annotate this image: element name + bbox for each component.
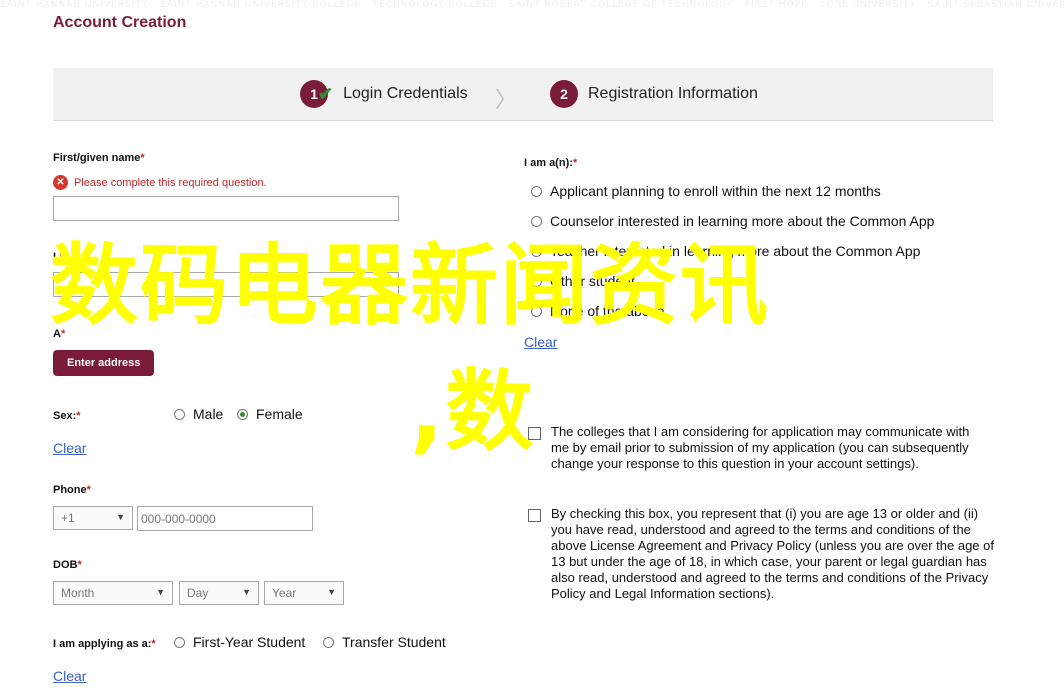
chevron-right-icon: 〉 [495, 87, 518, 112]
step-registration-information[interactable]: 2 Registration Information [550, 80, 758, 108]
sex-clear-link[interactable]: Clear [53, 440, 86, 456]
check-icon: ✔ [318, 83, 334, 104]
sex-label: Sex:* [53, 410, 81, 422]
phone-input[interactable]: 000-000-0000 [137, 506, 313, 531]
first-name-label: First/given name* [53, 152, 145, 164]
error-icon: ✕ [53, 175, 68, 190]
applying-option-first-year[interactable]: First-Year Student [174, 634, 305, 650]
radio-icon[interactable] [323, 636, 334, 648]
chevron-down-icon: ▼ [156, 587, 165, 597]
dob-label: DOB* [53, 559, 82, 571]
chevron-down-icon: ▼ [116, 512, 125, 522]
radio-icon[interactable] [531, 215, 542, 227]
radio-icon[interactable] [174, 636, 185, 648]
applying-clear-link[interactable]: Clear [53, 668, 86, 684]
page-title: Account Creation [53, 14, 187, 31]
checkbox[interactable] [528, 509, 541, 522]
overlay-subtext: ,数 [410, 360, 536, 463]
applying-as-label: I am applying as a:* [53, 638, 156, 650]
progress-steps: 1 ✔ Login Credentials 〉 2 Registration I… [53, 68, 993, 121]
radio-icon[interactable] [531, 185, 542, 197]
country-code-select[interactable]: +1 ▼ [53, 506, 133, 530]
phone-label: Phone* [53, 484, 91, 496]
step-login-credentials[interactable]: 1 ✔ Login Credentials [300, 80, 468, 108]
chevron-down-icon: ▼ [327, 587, 336, 597]
first-name-input[interactable] [53, 196, 399, 221]
radio-icon[interactable] [174, 408, 185, 420]
email-consent-checkbox-row[interactable]: The colleges that I am considering for a… [528, 424, 988, 472]
terms-text: By checking this box, you represent that… [551, 506, 994, 601]
step-label: Login Credentials [343, 85, 468, 102]
enter-address-button[interactable]: Enter address [53, 350, 155, 376]
i-am-label: I am a(n):* [524, 157, 578, 169]
applying-option-transfer[interactable]: Transfer Student [323, 634, 446, 650]
dob-year-select[interactable]: Year ▼ [264, 581, 344, 605]
step-number: 2 [550, 80, 578, 108]
sex-option-male[interactable]: Male [174, 406, 223, 422]
terms-checkbox-row[interactable]: By checking this box, you represent that… [528, 506, 994, 602]
radio-selected-icon[interactable] [237, 408, 248, 420]
i-am-option[interactable]: Applicant planning to enroll within the … [531, 183, 881, 199]
dob-day-select[interactable]: Day ▼ [179, 581, 259, 605]
i-am-option[interactable]: Counselor interested in learning more ab… [531, 213, 934, 229]
email-consent-text: The colleges that I am considering for a… [551, 424, 970, 471]
overlay-headline: 数码电器新闻资讯 [50, 234, 771, 337]
sex-option-female[interactable]: Female [237, 406, 303, 422]
chevron-down-icon: ▼ [242, 587, 251, 597]
error-message: ✕ Please complete this required question… [53, 175, 267, 190]
dob-month-select[interactable]: Month ▼ [53, 581, 173, 605]
step-label: Registration Information [588, 85, 758, 102]
